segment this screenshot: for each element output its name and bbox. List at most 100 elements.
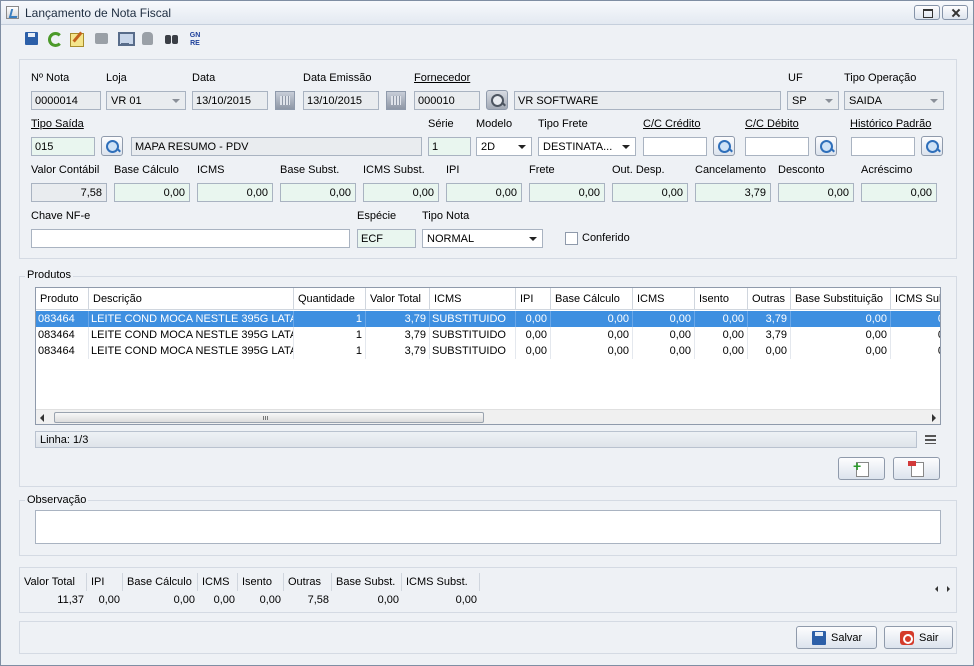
table-row[interactable]: 083464 LEITE COND MOCA NESTLE 395G LATA 1 3… — [36, 327, 940, 343]
tipo-nota-value: NORMAL — [427, 233, 475, 245]
loja-value: VR 01 — [111, 95, 142, 107]
table-cell: 0,00 — [695, 311, 748, 327]
column-header[interactable]: ICMS — [633, 288, 695, 310]
tipo-nota-select[interactable]: NORMAL — [422, 229, 543, 248]
valor-field[interactable]: 0,00 — [778, 183, 854, 202]
table-row[interactable]: 083464 LEITE COND MOCA NESTLE 395G LATA 1 3… — [36, 311, 940, 327]
scroll-left-icon[interactable] — [40, 414, 44, 422]
cc-debito-link[interactable]: C/C Débito — [745, 118, 799, 130]
fornecedor-link[interactable]: Fornecedor — [414, 72, 470, 84]
scroll-right-icon[interactable] — [932, 414, 936, 422]
scroll-thumb[interactable] — [54, 412, 484, 423]
sair-label: Sair — [919, 632, 939, 644]
valor-field[interactable]: 0,00 — [114, 183, 190, 202]
column-header[interactable]: Outras — [748, 288, 791, 310]
tipo-operacao-select[interactable]: SAIDA — [844, 91, 944, 110]
monitor-icon[interactable] — [116, 30, 135, 48]
calendar-icon[interactable] — [275, 91, 295, 110]
cc-debito-field[interactable] — [745, 137, 809, 156]
loja-select[interactable]: VR 01 — [106, 91, 186, 110]
search-icon[interactable] — [815, 136, 837, 156]
table-cell: LEITE COND MOCA NESTLE 395G LATA — [91, 311, 294, 327]
column-header[interactable]: Produto — [36, 288, 89, 310]
valor-field[interactable]: 0,00 — [363, 183, 439, 202]
data-field[interactable]: 13/10/2015 — [192, 91, 268, 110]
calendar-icon[interactable] — [386, 91, 406, 110]
valor-field[interactable]: 3,79 — [695, 183, 771, 202]
totals-value: 0,00 — [98, 594, 120, 606]
column-header[interactable]: Base Substituição — [791, 288, 891, 310]
sair-button[interactable]: Sair — [884, 626, 953, 649]
column-header[interactable]: Descrição — [89, 288, 294, 310]
tipo-frete-select[interactable]: DESTINATA... — [538, 137, 636, 156]
gnre-icon[interactable]: GN RE — [185, 30, 205, 48]
totals-panel: Valor Total 11,37 IPI 0,00 Base Cálculo 0,00 I… — [19, 567, 957, 613]
nota-field: 0000014 — [31, 91, 101, 110]
chave-nfe-field[interactable] — [31, 229, 350, 248]
chevron-down-icon — [518, 145, 526, 149]
search-icon[interactable] — [921, 136, 943, 156]
tipo-saida-code-field[interactable]: 015 — [31, 137, 95, 156]
close-button[interactable] — [942, 5, 968, 20]
add-product-button[interactable] — [838, 457, 885, 480]
cc-credito-link[interactable]: C/C Crédito — [643, 118, 700, 130]
conferido-checkbox[interactable] — [565, 232, 578, 245]
valor-label: Valor Contábil — [31, 164, 100, 176]
column-header[interactable]: Isento — [695, 288, 748, 310]
historico-padrao-link[interactable]: Histórico Padrão — [850, 118, 931, 130]
valor-field[interactable]: 0,00 — [446, 183, 522, 202]
totals-scroll-icon[interactable] — [935, 585, 951, 595]
fornecedor-code-field[interactable]: 000010 — [414, 91, 480, 110]
totals-header: Base Cálculo — [123, 573, 198, 591]
valor-field[interactable]: 0,00 — [529, 183, 605, 202]
table-cell: 0,00 — [633, 311, 695, 327]
tipo-nota-label: Tipo Nota — [422, 210, 470, 222]
column-header[interactable]: Valor Total — [366, 288, 430, 310]
save-icon[interactable] — [23, 30, 41, 48]
table-cell: 0,00 — [516, 311, 551, 327]
search-icon[interactable] — [486, 90, 508, 110]
exit-icon — [900, 631, 914, 645]
cc-credito-field[interactable] — [643, 137, 707, 156]
column-header[interactable]: Quantidade — [294, 288, 366, 310]
salvar-button[interactable]: Salvar — [796, 626, 877, 649]
tipo-saida-link[interactable]: Tipo Saída — [31, 118, 84, 130]
data-emissao-field[interactable]: 13/10/2015 — [303, 91, 379, 110]
table-cell: 0,00 — [551, 327, 633, 343]
valor-label: ICMS Subst. — [363, 164, 425, 176]
produtos-table[interactable]: Produto Descrição Quantidade Valor Total ICM… — [35, 287, 941, 425]
search-icon[interactable] — [713, 136, 735, 156]
refresh-icon[interactable] — [46, 30, 64, 48]
table-cell: 1 — [294, 327, 366, 343]
uf-select[interactable]: SP — [787, 91, 839, 110]
valor-label: Cancelamento — [695, 164, 766, 176]
column-header[interactable]: ICMS Substituição — [891, 288, 940, 310]
remove-product-button[interactable] — [893, 457, 940, 480]
valor-field[interactable]: 0,00 — [280, 183, 356, 202]
especie-field[interactable]: ECF — [357, 229, 416, 248]
nota-label: Nº Nota — [31, 72, 70, 84]
totals-value: 7,58 — [307, 594, 329, 606]
table-row[interactable]: 083464 LEITE COND MOCA NESTLE 395G LATA 1 3… — [36, 343, 940, 359]
serie-field[interactable]: 1 — [428, 137, 471, 156]
totals-header: Base Subst. — [332, 573, 402, 591]
modelo-select[interactable]: 2D — [476, 137, 532, 156]
observacao-field[interactable] — [35, 510, 941, 544]
valor-field[interactable]: 0,00 — [197, 183, 273, 202]
save-icon — [812, 631, 826, 645]
column-header[interactable]: ICMS — [430, 288, 516, 310]
table-cell: LEITE COND MOCA NESTLE 395G LATA — [91, 343, 294, 359]
restore-button[interactable] — [914, 5, 940, 20]
menu-icon[interactable] — [925, 435, 936, 444]
column-header[interactable]: IPI — [516, 288, 551, 310]
edit-icon[interactable] — [68, 30, 86, 48]
horizontal-scrollbar[interactable] — [36, 409, 940, 424]
historico-padrao-field[interactable] — [851, 137, 915, 156]
valor-field[interactable]: 0,00 — [861, 183, 937, 202]
valor-field[interactable]: 0,00 — [612, 183, 688, 202]
binoculars-icon[interactable] — [162, 30, 180, 48]
column-header[interactable]: Base Cálculo — [551, 288, 633, 310]
search-icon[interactable] — [101, 136, 123, 156]
table-cell: 0,00 — [516, 327, 551, 343]
table-cell: 0,00 — [791, 343, 891, 359]
